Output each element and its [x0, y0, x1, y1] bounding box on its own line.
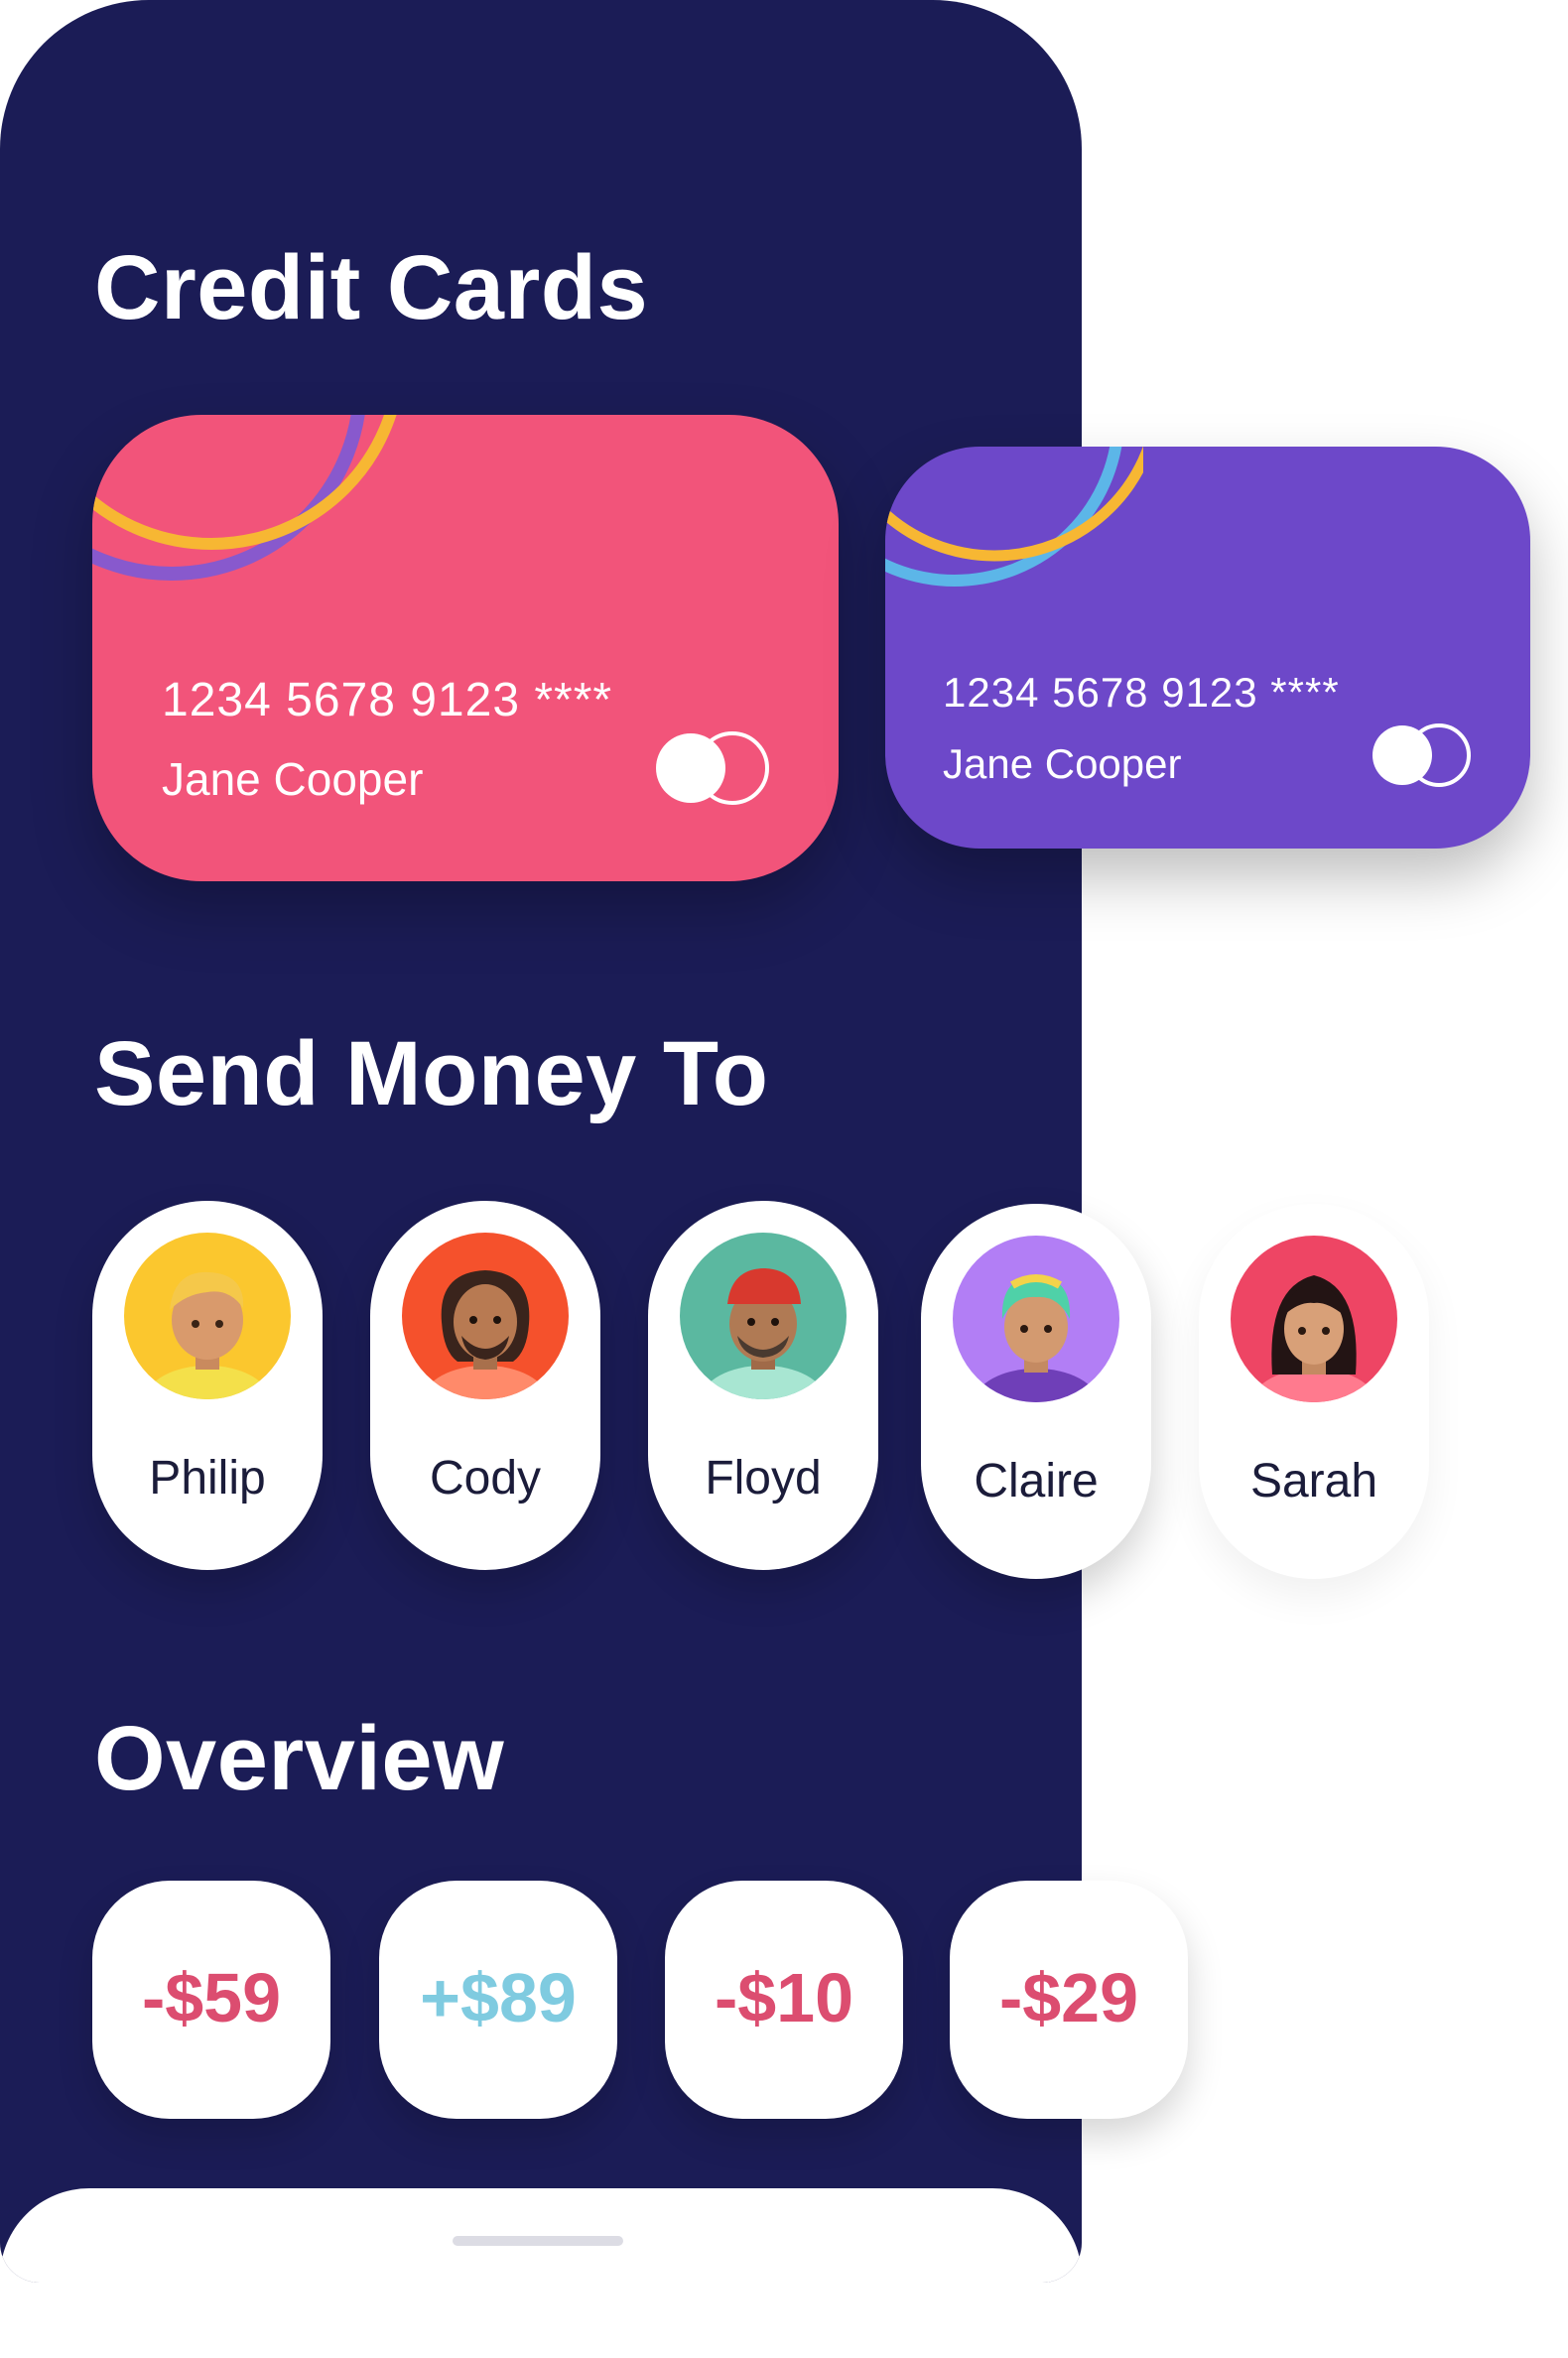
app-screen: Credit Cards Send Money To Overview 1234…	[0, 0, 1568, 2358]
avatar	[402, 1233, 569, 1399]
overview-item[interactable]: +$89	[379, 1881, 617, 2119]
card-brand-logo-icon	[656, 731, 769, 805]
person-avatar-icon	[1252, 1275, 1375, 1402]
sheet-drag-handle[interactable]	[453, 2236, 623, 2246]
card-decor-rings-icon	[885, 447, 1143, 587]
overview-amount: -$10	[714, 1959, 854, 2036]
contact-name: Cody	[429, 1452, 542, 1505]
contact-sarah[interactable]: Sarah	[1199, 1204, 1429, 1579]
person-avatar-icon	[424, 1270, 547, 1399]
card-brand-logo-icon	[1372, 723, 1471, 787]
card-holder-name: Jane Cooper	[943, 740, 1182, 787]
contact-floyd[interactable]: Floyd	[648, 1201, 878, 1570]
person-avatar-icon	[702, 1268, 825, 1399]
overview-item[interactable]: -$10	[665, 1881, 903, 2119]
overview-amount: +$89	[420, 1959, 577, 2036]
avatar	[124, 1233, 291, 1399]
overview-title: Overview	[94, 1708, 505, 1809]
card-number: 1234 5678 9123 ****	[943, 669, 1340, 716]
avatar	[1231, 1236, 1397, 1402]
person-avatar-icon	[975, 1274, 1098, 1402]
contact-philip[interactable]: Philip	[92, 1201, 323, 1570]
contact-claire[interactable]: Claire	[921, 1204, 1151, 1579]
credit-card-primary[interactable]: 1234 5678 9123 **** Jane Cooper	[92, 415, 839, 881]
card-number: 1234 5678 9123 ****	[162, 674, 613, 726]
overview-amount: -$29	[998, 1959, 1139, 2036]
contact-cody[interactable]: Cody	[370, 1201, 600, 1570]
avatar	[953, 1236, 1119, 1402]
contact-name: Floyd	[705, 1452, 822, 1505]
overview-item[interactable]: -$29	[950, 1881, 1188, 2119]
avatar	[680, 1233, 847, 1399]
overview-amount: -$59	[141, 1959, 282, 2036]
send-money-title: Send Money To	[94, 1023, 769, 1124]
bottom-sheet[interactable]	[0, 2188, 1082, 2283]
card-holder-name: Jane Cooper	[162, 753, 424, 805]
credit-card-secondary[interactable]: 1234 5678 9123 **** Jane Cooper	[885, 447, 1530, 849]
credit-cards-title: Credit Cards	[94, 237, 649, 338]
contact-name: Sarah	[1249, 1455, 1378, 1507]
contact-name: Philip	[149, 1452, 266, 1505]
contact-name: Claire	[974, 1455, 1099, 1507]
card-decor-rings-icon	[92, 415, 397, 581]
person-avatar-icon	[146, 1271, 269, 1399]
overview-item[interactable]: -$59	[92, 1881, 330, 2119]
